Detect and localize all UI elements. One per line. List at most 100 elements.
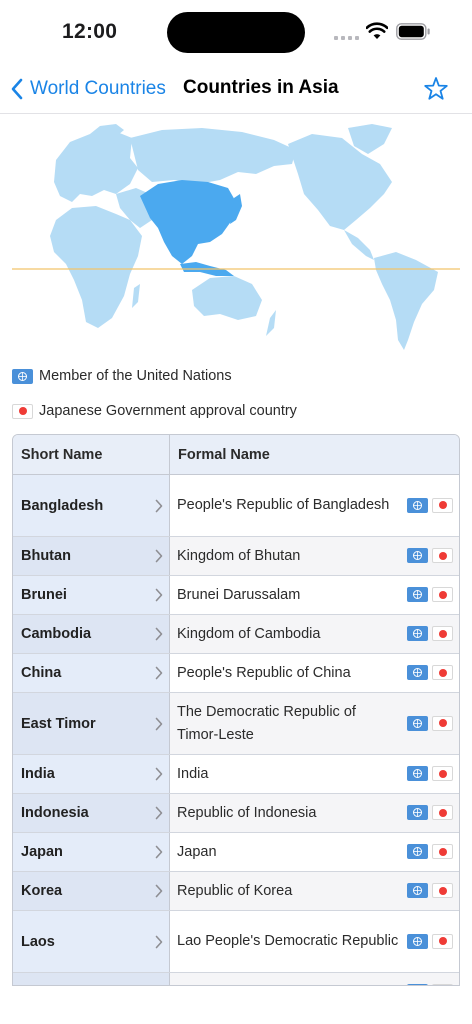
table-row[interactable]: Bangladesh People's Republic of Banglades… [13, 475, 459, 537]
formal-name: Republic of Indonesia [177, 804, 317, 821]
chevron-right-icon [155, 845, 163, 859]
un-emblem-icon [407, 497, 428, 513]
table-row[interactable]: Malaysia Malaysia [13, 973, 459, 986]
short-name: Korea [21, 883, 63, 899]
map-new-zealand [266, 310, 276, 336]
page-title: Countries in Asia [183, 77, 339, 98]
japan-flag-icon [432, 587, 453, 602]
formal-name-cell: India [170, 755, 459, 793]
table-row[interactable]: Laos Lao People's Democratic Republic [13, 911, 459, 973]
formal-name-cell: People's Republic of China [170, 654, 459, 692]
row-badges [407, 497, 453, 513]
formal-name: The Democratic Republic of Timor-Leste [177, 703, 356, 743]
short-name-cell[interactable]: Indonesia [13, 794, 170, 832]
row-badges [407, 665, 453, 680]
status-bar: 12:00 [0, 0, 472, 62]
table-row[interactable]: Bhutan Kingdom of Bhutan [13, 537, 459, 576]
short-name: Indonesia [21, 805, 89, 821]
short-name-cell[interactable]: India [13, 755, 170, 793]
back-button[interactable]: World Countries [10, 74, 166, 104]
japan-flag-icon [432, 715, 453, 731]
short-name: Bhutan [21, 548, 71, 564]
formal-name: Brunei Darussalam [177, 586, 301, 603]
table-row[interactable]: Korea Republic of Korea [13, 872, 459, 911]
table-header: Short Name Formal Name [13, 435, 459, 475]
table-row[interactable]: Brunei Brunei Darussalam [13, 576, 459, 615]
short-name-cell[interactable]: Malaysia [13, 973, 170, 986]
chevron-right-icon [155, 767, 163, 781]
status-time: 12:00 [62, 20, 118, 43]
legend-jp-label: Japanese Government approval country [39, 403, 297, 419]
short-name-cell[interactable]: Brunei [13, 576, 170, 614]
formal-name-cell: Lao People's Democratic Republic [170, 911, 459, 972]
chevron-right-icon [155, 985, 163, 986]
star-icon[interactable] [422, 75, 450, 103]
japan-flag-icon [432, 626, 453, 641]
un-emblem-icon [12, 368, 33, 384]
un-emblem-icon [407, 844, 428, 859]
short-name-cell[interactable]: Bhutan [13, 537, 170, 575]
wifi-icon [366, 22, 388, 39]
japan-flag-icon [432, 883, 453, 898]
row-badges [407, 883, 453, 898]
formal-name: Lao People's Democratic Republic [177, 933, 399, 949]
formal-name: People's Republic of Bangladesh [177, 497, 390, 513]
cellular-signal-icon [334, 34, 360, 40]
formal-name: Japan [177, 843, 217, 860]
legend-un: Member of the United Nations [12, 365, 232, 387]
short-name-cell[interactable]: Cambodia [13, 615, 170, 653]
row-badges [407, 805, 453, 820]
chevron-right-icon [155, 549, 163, 563]
chevron-right-icon [155, 499, 163, 512]
japan-flag-icon [432, 984, 453, 985]
un-emblem-icon [407, 665, 428, 680]
legend-jp: Japanese Government approval country [12, 400, 297, 422]
short-name-cell[interactable]: China [13, 654, 170, 692]
un-emblem-icon [407, 766, 428, 781]
formal-name: Republic of Korea [177, 882, 293, 899]
short-name-cell[interactable]: Laos [13, 911, 170, 972]
table-row[interactable]: Cambodia Kingdom of Cambodia [13, 615, 459, 654]
short-name: East Timor [21, 715, 96, 732]
map-asia-highlight [140, 180, 236, 264]
short-name-cell[interactable]: Bangladesh [13, 475, 170, 536]
un-emblem-icon [407, 587, 428, 602]
short-name-cell[interactable]: East Timor [13, 693, 170, 754]
formal-name: India [177, 765, 209, 782]
short-name: India [21, 766, 55, 782]
formal-name-cell: Republic of Korea [170, 872, 459, 910]
japan-flag-icon [432, 805, 453, 820]
chevron-right-icon [155, 935, 163, 948]
column-header-short-name: Short Name [13, 435, 170, 474]
short-name: Laos [21, 933, 55, 950]
short-name: Brunei [21, 587, 67, 603]
japan-flag-icon [432, 933, 453, 949]
chevron-right-icon [155, 717, 163, 730]
map-russia [130, 128, 296, 184]
formal-name-cell: The Democratic Republic of Timor-Leste [170, 693, 459, 754]
table-row[interactable]: China People's Republic of China [13, 654, 459, 693]
chevron-right-icon [155, 884, 163, 898]
battery-icon [396, 23, 430, 40]
map-africa [50, 206, 142, 328]
map-australia [192, 276, 262, 320]
table-row[interactable]: East Timor The Democratic Republic of Tim… [13, 693, 459, 755]
table-row[interactable]: Indonesia Republic of Indonesia [13, 794, 459, 833]
countries-table[interactable]: Short Name Formal Name Bangladesh People'… [12, 434, 460, 986]
table-body: Bangladesh People's Republic of Banglades… [13, 475, 459, 986]
japan-flag-icon [432, 844, 453, 859]
short-name-cell[interactable]: Korea [13, 872, 170, 910]
legend-un-label: Member of the United Nations [39, 368, 232, 384]
table-row[interactable]: Japan Japan [13, 833, 459, 872]
chevron-right-icon [155, 806, 163, 820]
map-madagascar [132, 284, 140, 308]
short-name-cell[interactable]: Japan [13, 833, 170, 871]
formal-name-cell: Brunei Darussalam [170, 576, 459, 614]
navigation-bar: World Countries Countries in Asia [0, 62, 472, 114]
table-row[interactable]: India India [13, 755, 459, 794]
row-badges [407, 587, 453, 602]
formal-name-cell: Kingdom of Bhutan [170, 537, 459, 575]
formal-name: People's Republic of China [177, 664, 351, 681]
formal-name: Kingdom of Cambodia [177, 625, 321, 642]
short-name: China [21, 665, 62, 681]
